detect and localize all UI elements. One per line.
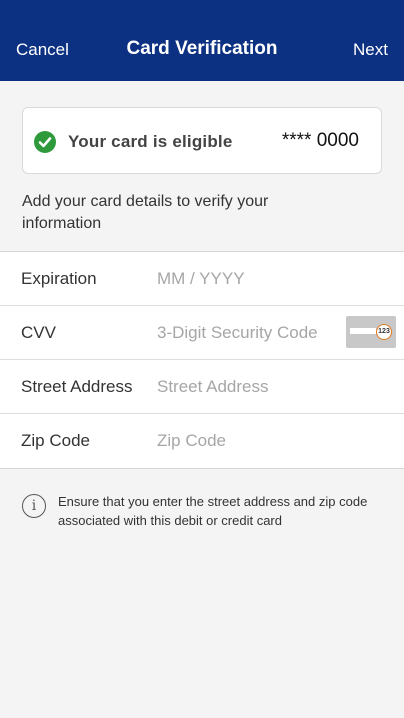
zip-code-label: Zip Code [21, 431, 90, 450]
navigation-bar: Cancel Card Verification Next [0, 0, 404, 81]
street-address-label: Street Address [21, 377, 133, 396]
eligibility-message: Your card is eligible [68, 132, 233, 151]
expiration-label: Expiration [21, 269, 97, 288]
next-button[interactable]: Next [353, 40, 388, 60]
card-cvv-icon: 123 [346, 316, 396, 348]
cvv-label: CVV [21, 323, 56, 342]
expiration-row[interactable]: Expiration [0, 252, 404, 306]
masked-card-number: **** 0000 [281, 130, 359, 151]
card-details-form: Expiration CVV 123 Street Address Zip Co… [0, 251, 404, 469]
card-stripe [350, 328, 376, 334]
zip-code-input[interactable] [157, 428, 347, 454]
zip-code-row[interactable]: Zip Code [0, 414, 404, 468]
checkmark-circle-icon [34, 131, 56, 153]
info-icon: i [22, 494, 46, 518]
instruction-text: Add your card details to verify your inf… [22, 193, 269, 232]
expiration-input[interactable] [157, 266, 347, 292]
cvv-code-marker: 123 [376, 324, 392, 340]
eligibility-banner: Your card is eligible **** 0000 [22, 107, 382, 174]
street-address-input[interactable] [157, 374, 347, 400]
page-title: Card Verification [126, 38, 278, 59]
street-address-row[interactable]: Street Address [0, 360, 404, 414]
cvv-row[interactable]: CVV 123 [0, 306, 404, 360]
info-text: Ensure that you enter the street address… [58, 494, 368, 528]
cvv-input[interactable] [157, 320, 347, 346]
